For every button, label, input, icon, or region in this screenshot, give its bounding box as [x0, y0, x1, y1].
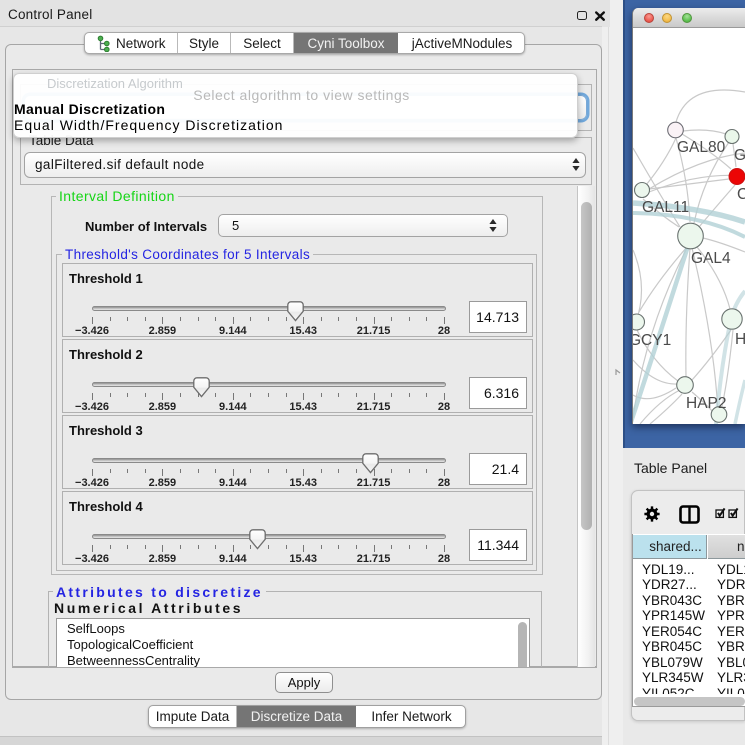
svg-text:HAP2: HAP2: [686, 395, 727, 412]
svg-text:GAL4: GAL4: [691, 250, 731, 267]
svg-text:GAL80: GAL80: [677, 139, 726, 156]
svg-text:CY: CY: [737, 186, 745, 203]
svg-text:GAL11: GAL11: [642, 199, 689, 216]
svg-text:H: H: [735, 331, 745, 348]
svg-text:GA: GA: [734, 147, 745, 164]
svg-text:GCY1: GCY1: [633, 332, 671, 349]
